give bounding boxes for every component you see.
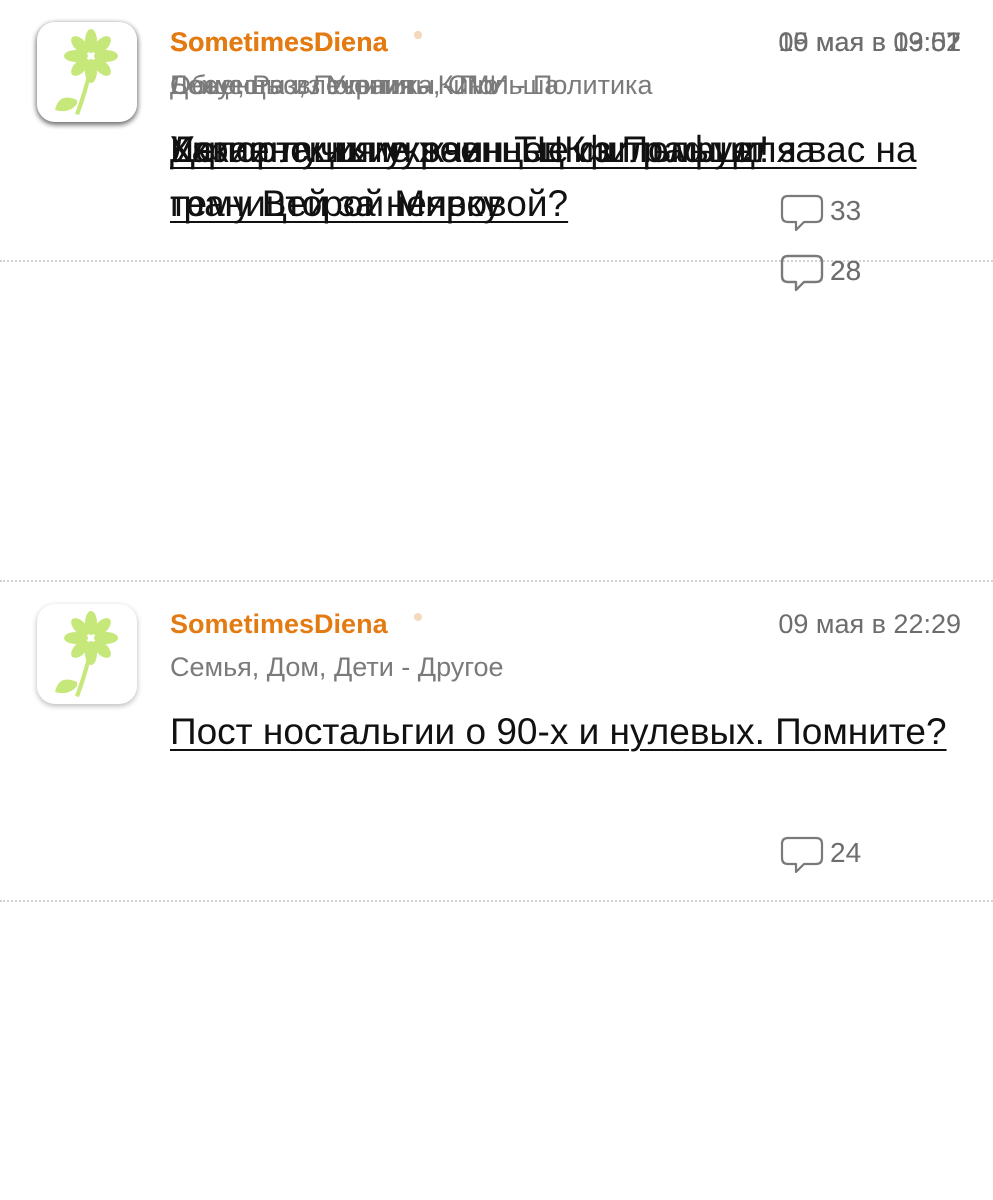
post-title-link[interactable]: Пост ностальгии о 90-х и нулевых. Помнит… [170, 705, 960, 759]
post-category[interactable]: Общество, Политика, СМИ - Политика [170, 69, 652, 101]
author-name[interactable]: SometimesDiena [170, 26, 388, 58]
post-timestamp: 05 мая в 09:52 [778, 27, 961, 57]
post-title-link[interactable]: Украинских мужчин ТЦК штрафует за границ… [170, 123, 960, 231]
author-name[interactable]: SometimesDiena [170, 608, 388, 640]
post-feed: SometimesDiena 10 мая в 13:01 Беженцы из… [0, 0, 993, 1200]
speech-bubble-icon [780, 254, 824, 292]
post-category[interactable]: Семья, Дом, Дети - Другое [170, 651, 504, 683]
comments-button[interactable]: 28 [780, 252, 890, 292]
avatar[interactable] [37, 22, 137, 122]
divider [0, 580, 993, 582]
daisy-flower-icon [55, 29, 118, 115]
online-status-dot [414, 613, 422, 621]
daisy-flower-icon [55, 611, 118, 697]
post-timestamp: 09 мая в 22:29 [778, 609, 961, 639]
speech-bubble-icon [780, 836, 824, 874]
online-status-dot [414, 31, 422, 39]
post-item: SometimesDiena 05 мая в 09:52 Общество, … [0, 0, 993, 320]
divider [0, 900, 993, 902]
comment-count: 28 [830, 255, 862, 286]
comment-count: 24 [830, 837, 862, 868]
comments-button[interactable]: 24 [780, 834, 890, 874]
avatar[interactable] [37, 604, 137, 704]
post-item: SometimesDiena 09 мая в 22:29 Семья, Дом… [0, 582, 993, 902]
